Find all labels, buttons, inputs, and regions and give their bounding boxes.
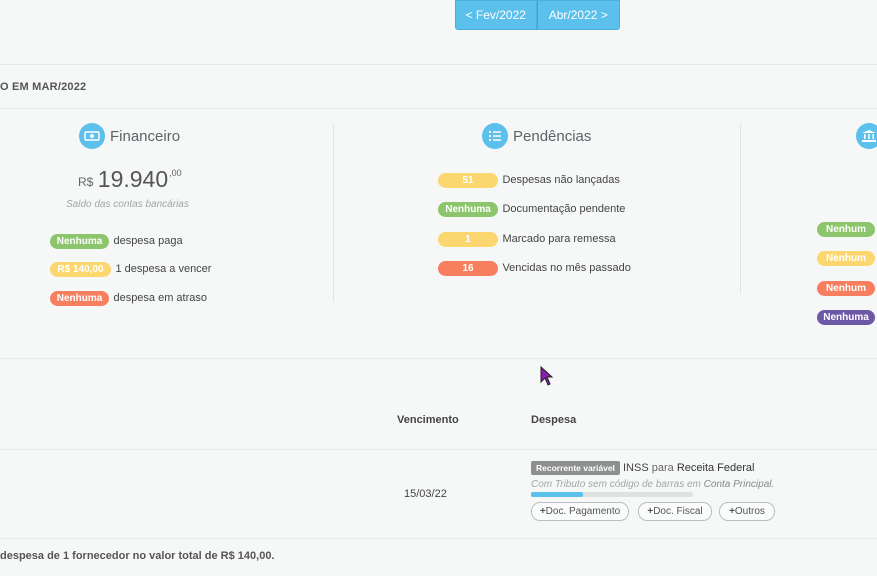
doc-pagamento-button[interactable]: +Doc. Pagamento [531,502,629,521]
financeiro-row[interactable]: R$ 140,00 1 despesa a vencer [50,259,211,277]
financeiro-header: Financeiro [79,123,180,149]
expense-name: INSS [622,462,649,474]
row-label: Despesas não lançadas [502,174,620,186]
balance-value: 19.940 [97,166,169,192]
count-badge: 16 [438,261,498,276]
financeiro-row[interactable]: Nenhuma despesa paga [50,231,183,249]
count-badge: 1 [438,232,498,247]
pendencia-row[interactable]: 1 Marcado para remessa [438,229,616,247]
due-date: 15/03/22 [404,488,447,500]
expense-para: para [651,462,674,474]
status-badge: Nenhum [817,281,875,296]
row-label: Marcado para remessa [502,233,616,245]
row-label: despesa em atraso [113,292,208,304]
account-name: Conta Principal. [703,479,775,490]
footer-summary: despesa de 1 fornecedor no valor total d… [0,550,275,562]
section-title: O EM MAR/2022 [0,81,87,93]
subtitle-text: Com Tributo sem código de barras em [531,479,701,490]
third-badge[interactable]: Nenhum [817,278,877,296]
row-label: 1 despesa a vencer [115,263,212,275]
pendencia-row[interactable]: 51 Despesas não lançadas [438,170,620,188]
third-badge[interactable]: Nenhuma [817,307,877,325]
count-badge: 51 [438,173,498,188]
column-header-vencimento[interactable]: Vencimento [397,414,459,426]
bank-icon [856,123,877,149]
financeiro-row[interactable]: Nenhuma despesa em atraso [50,288,207,306]
month-nav: < Fev/2022 Abr/2022 > [455,0,620,30]
expense-subtitle: Com Tributo sem código de barras em Cont… [531,479,774,490]
doc-label: Doc. Pagamento [545,506,621,517]
row-label: Documentação pendente [502,203,626,215]
balance-cents: ,00 [169,168,182,178]
pendencias-header: Pendências [482,123,591,149]
prev-month-button[interactable]: < Fev/2022 [455,0,537,30]
financeiro-title: Financeiro [110,127,181,145]
pendencia-row[interactable]: Nenhuma Documentação pendente [438,199,625,217]
pendencias-title: Pendências [513,127,592,145]
doc-label: Outros [734,506,765,517]
third-badge[interactable]: Nenhum [817,248,877,266]
progress-fill [531,492,583,497]
next-month-button[interactable]: Abr/2022 > [536,0,620,30]
status-badge: Nenhum [817,222,875,237]
status-badge: Nenhuma [50,234,109,249]
third-badge[interactable]: Nenhum [817,219,877,237]
recurrence-tag: Recorrente variável [531,461,620,475]
payee-name: Receita Federal [676,462,755,474]
doc-fiscal-button[interactable]: +Doc. Fiscal [638,502,712,521]
currency-label: R$ [78,175,94,189]
money-icon [79,123,105,149]
status-badge: Nenhuma [50,291,109,306]
status-badge: Nenhum [817,251,875,266]
doc-label: Doc. Fiscal [653,506,703,517]
balance-display: R$ 19.940,00 [78,166,182,193]
row-label: Vencidas no mês passado [502,262,631,274]
progress-bar [531,492,693,497]
status-badge: R$ 140,00 [50,262,111,277]
doc-outros-button[interactable]: +Outros [719,502,775,521]
row-label: despesa paga [113,235,183,247]
balance-caption: Saldo das contas bancárias [66,199,189,210]
count-badge: Nenhuma [438,202,498,217]
expense-title[interactable]: Recorrente variável INSS para Receita Fe… [531,461,754,475]
list-icon [482,123,508,149]
pendencia-row[interactable]: 16 Vencidas no mês passado [438,258,631,276]
mouse-cursor-icon [540,366,554,386]
status-badge: Nenhuma [817,310,875,325]
column-header-despesa[interactable]: Despesa [531,414,576,426]
